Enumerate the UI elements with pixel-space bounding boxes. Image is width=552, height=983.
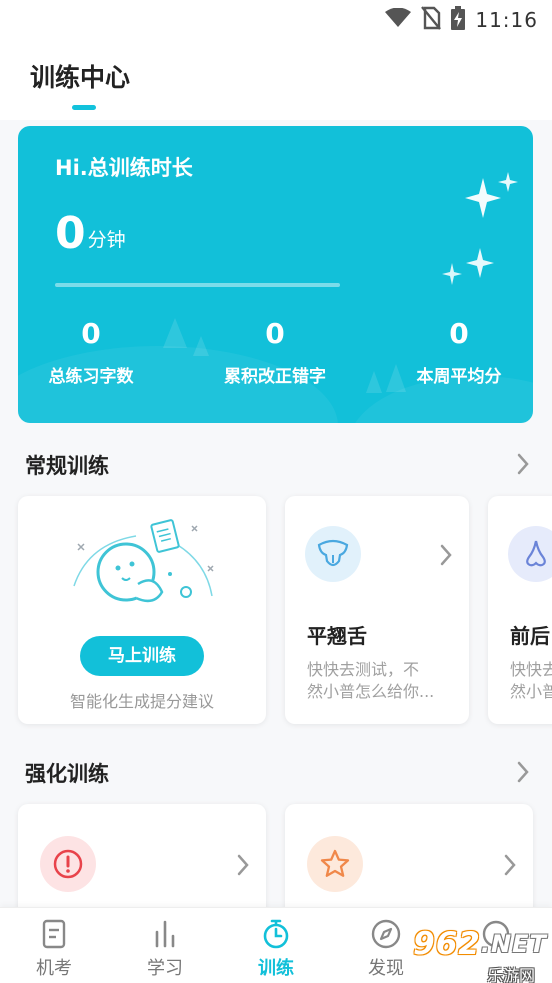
stat-label: 累积改正错字 xyxy=(224,367,326,387)
start-training-button[interactable]: 马上训练 xyxy=(80,636,204,676)
chevron-right-icon[interactable] xyxy=(503,853,517,877)
nav-item-training[interactable]: 训练 xyxy=(236,908,316,983)
chevron-right-icon[interactable] xyxy=(439,543,453,567)
smart-training-card[interactable]: 马上训练 智能化生成提分建议 xyxy=(18,496,266,724)
bottom-navigation: 机考 学习 训练 发现 xyxy=(0,907,552,983)
status-bar: 11:16 xyxy=(0,0,552,40)
section-title: 常规训练 xyxy=(25,454,109,478)
status-time: 11:16 xyxy=(475,8,538,32)
stat-weekly-average: 0 本周平均分 xyxy=(414,314,504,387)
chart-bars-icon xyxy=(155,920,175,948)
nose-icon xyxy=(508,526,552,582)
sparkles-icon xyxy=(442,172,518,285)
stat-label: 总练习字数 xyxy=(48,367,134,387)
nav-label: 机考 xyxy=(36,958,72,979)
page-header: 训练中心 xyxy=(0,40,552,120)
nav-item-discover[interactable]: 发现 xyxy=(346,908,426,983)
nav-label: 训练 xyxy=(258,958,294,979)
stat-total-words: 0 总练习字数 xyxy=(46,314,136,387)
star-icon xyxy=(307,836,363,892)
mascot-illustration-icon xyxy=(73,519,214,603)
stopwatch-icon xyxy=(263,919,289,949)
training-card-front-back-nasal[interactable]: 前后 快快去 然小普 xyxy=(488,496,552,724)
battery-charging-icon xyxy=(451,6,466,34)
total-duration-unit: 分钟 xyxy=(87,229,126,251)
hero-heading: Hi.总训练时长 xyxy=(55,156,193,180)
nav-item-exam[interactable]: 机考 xyxy=(14,908,94,983)
training-card-retroflex[interactable]: 平翘舌 快快去测试，不 然小普怎么给你... xyxy=(285,496,469,724)
stat-label: 本周平均分 xyxy=(416,367,502,387)
card-description: 快快去测试，不 然小普怎么给你... xyxy=(307,660,435,701)
training-center-page: 11:16 训练中心 Hi.总训练时长 0 分钟 0 总练习字数 0 累积改正错… xyxy=(0,0,552,983)
intensive-training-header[interactable]: 强化训练 xyxy=(0,748,552,798)
exam-icon xyxy=(42,919,66,949)
stat-value: 0 xyxy=(81,317,101,350)
wifi-icon xyxy=(385,7,412,32)
nav-item-study[interactable]: 学习 xyxy=(125,908,205,983)
section-title: 强化训练 xyxy=(25,762,109,786)
stat-value: 0 xyxy=(449,317,469,350)
card-subtitle: 智能化生成提分建议 xyxy=(69,692,214,711)
chevron-right-icon[interactable] xyxy=(516,452,530,476)
card-title: 前后 xyxy=(510,624,550,648)
nav-label: 学习 xyxy=(147,958,183,979)
duration-progress-bar xyxy=(55,283,340,287)
card-description: 快快去 然小普 xyxy=(510,660,552,701)
total-duration-value: 0 xyxy=(55,208,86,259)
nav-label: 发现 xyxy=(368,958,404,979)
total-duration: 0 分钟 xyxy=(55,210,126,258)
alert-icon xyxy=(40,836,96,892)
no-sim-icon xyxy=(421,6,442,34)
tree-decoration xyxy=(193,336,209,356)
tongue-icon xyxy=(305,526,361,582)
page-title: 训练中心 xyxy=(30,63,131,92)
chevron-right-icon[interactable] xyxy=(236,853,250,877)
intensive-card-favorites[interactable] xyxy=(285,804,533,924)
tree-decoration xyxy=(386,364,406,392)
nav-item-profile[interactable] xyxy=(456,908,536,983)
card-title: 平翘舌 xyxy=(307,624,367,648)
stat-value: 0 xyxy=(265,317,285,350)
regular-training-header[interactable]: 常规训练 xyxy=(0,440,552,490)
intensive-card-errors[interactable] xyxy=(18,804,266,924)
training-summary-card: Hi.总训练时长 0 分钟 0 总练习字数 0 累积改正错字 0 本周平均分 xyxy=(18,126,533,423)
stat-corrected-errors: 0 累积改正错字 xyxy=(220,314,330,387)
tree-decoration xyxy=(163,318,187,348)
compass-icon xyxy=(371,919,401,949)
profile-icon xyxy=(482,920,510,948)
tree-decoration xyxy=(366,371,382,393)
status-icons: 11:16 xyxy=(385,6,538,34)
title-underline xyxy=(72,105,96,110)
chevron-right-icon[interactable] xyxy=(516,760,530,784)
